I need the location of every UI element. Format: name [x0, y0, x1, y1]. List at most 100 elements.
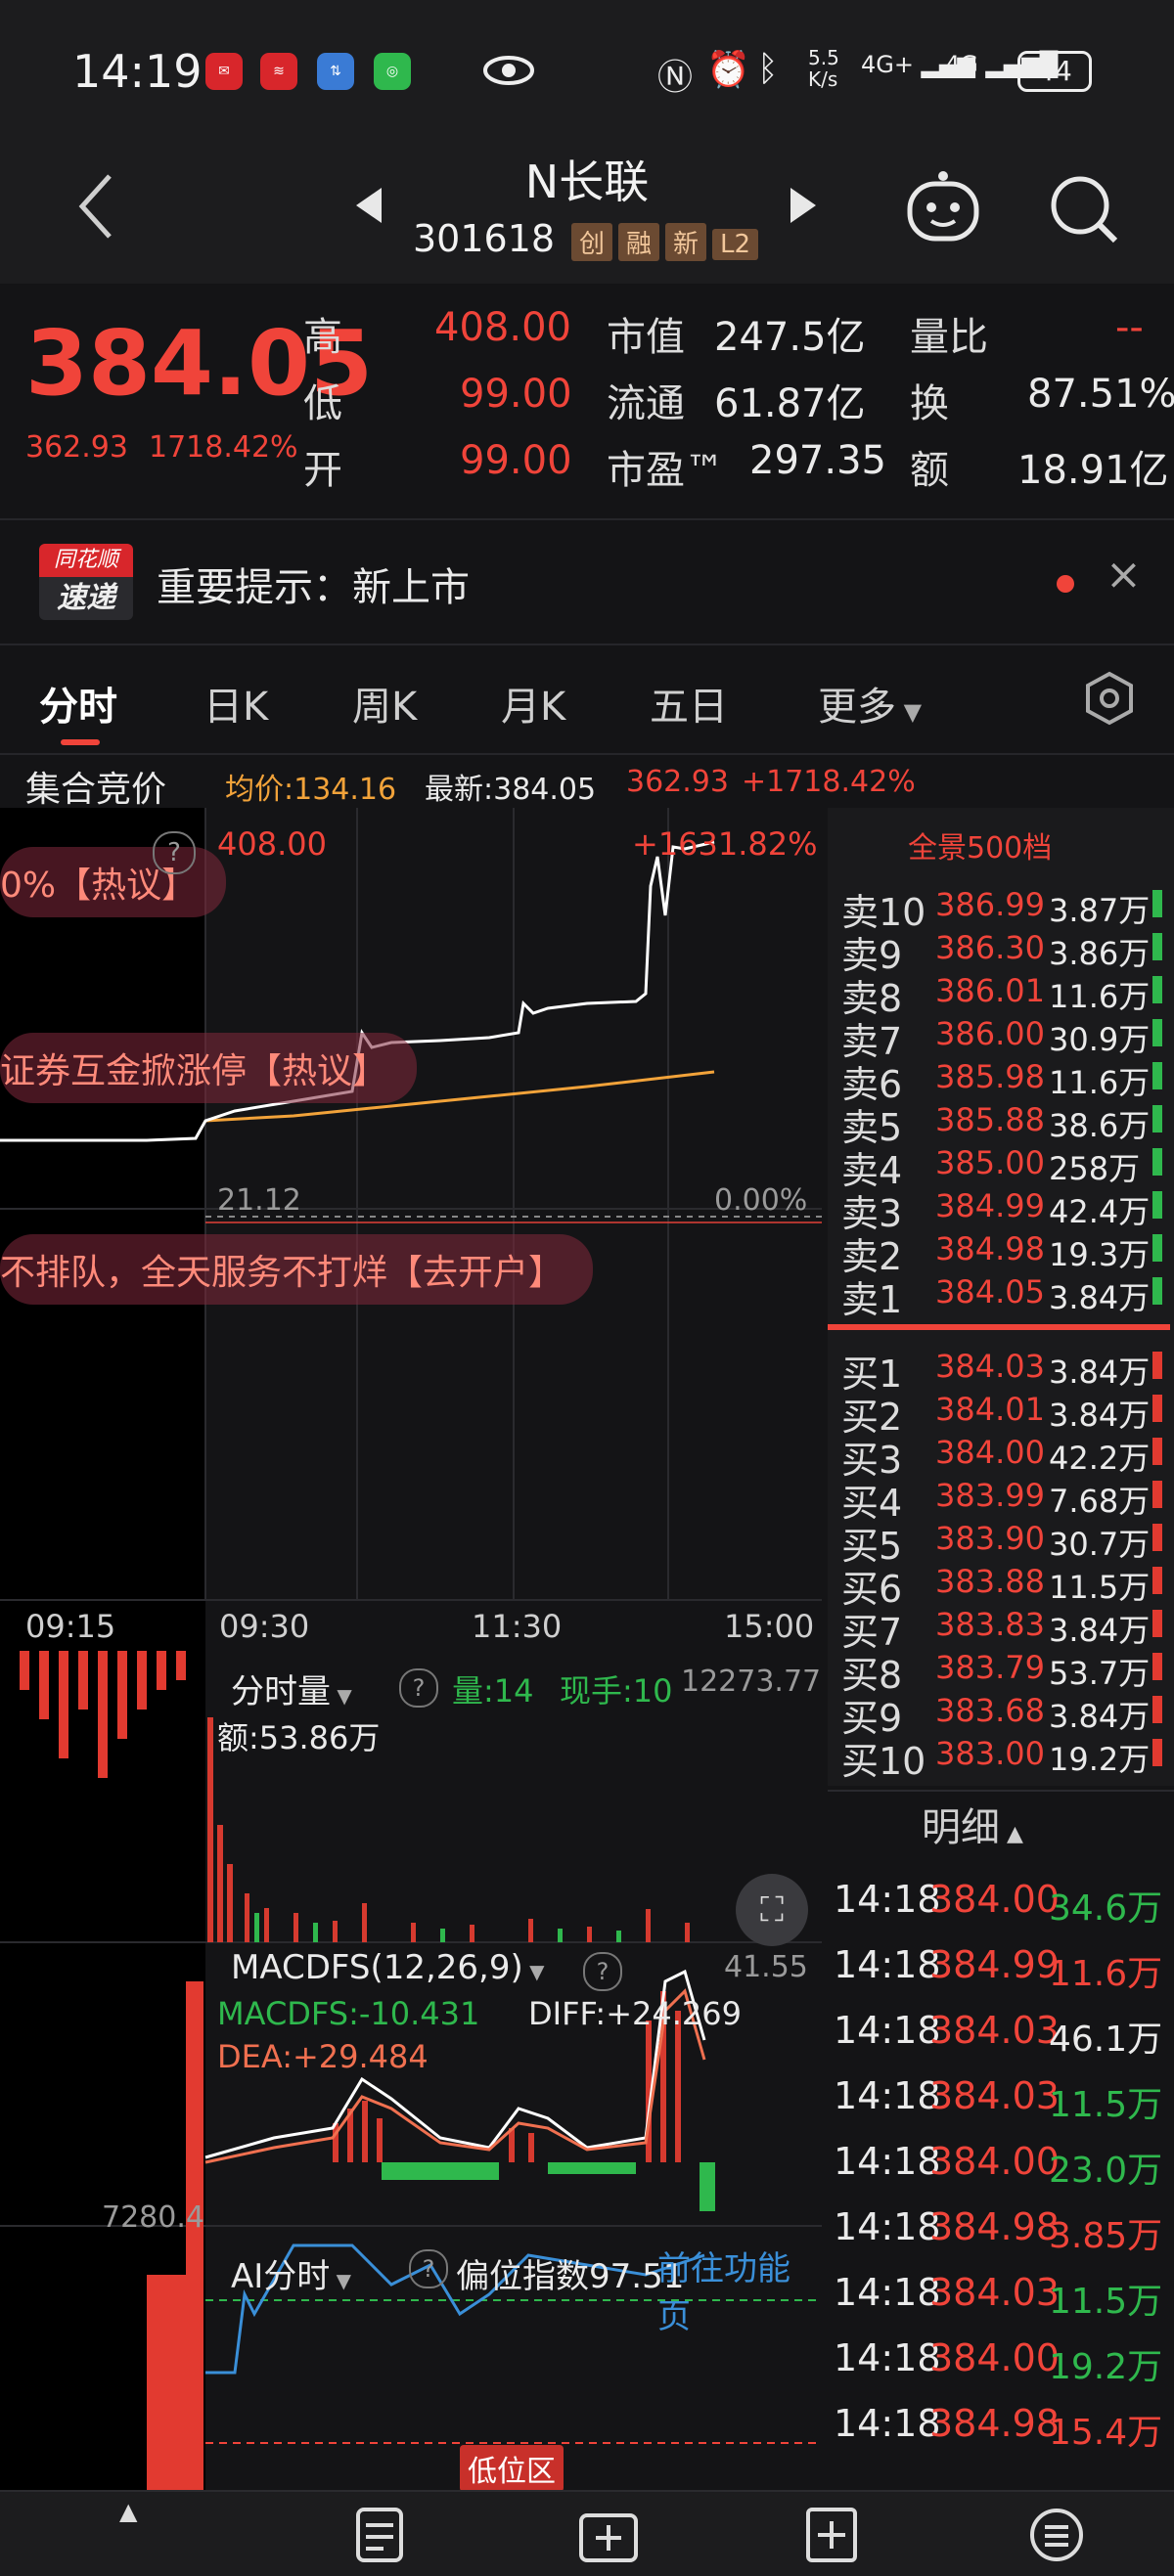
buy-volume-bar: [1152, 1653, 1162, 1680]
macd-help-icon[interactable]: ?: [583, 1952, 622, 1991]
tick-row: 14:18 384.98 15.4万: [832, 2388, 1164, 2453]
buy-row[interactable]: 买10 383.00 19.2万: [841, 1731, 1164, 1783]
tab-more[interactable]: 更多 ▼: [818, 675, 922, 732]
tab-intraday[interactable]: 分时: [39, 675, 117, 732]
tick-volume: 3.85万: [1049, 2216, 1163, 2256]
volume-side-label: 7280.4: [102, 2200, 204, 2235]
buy-volume-bar: [1152, 1481, 1162, 1508]
notice-logo: 同花顺 速递: [39, 544, 133, 620]
net-speed-value: 5.5: [808, 46, 839, 69]
sell-row[interactable]: 卖1 384.05 3.84万: [841, 1269, 1164, 1321]
orderbook-title[interactable]: 全景500档: [908, 823, 1052, 866]
eye-icon: [483, 56, 534, 85]
tab-more-label: 更多: [818, 685, 896, 730]
tab-weekly-k[interactable]: 周K: [352, 675, 417, 732]
close-icon[interactable]: ×: [1106, 550, 1142, 600]
buy-row[interactable]: 买6 383.88 11.5万: [841, 1559, 1164, 1611]
back-arrow-icon[interactable]: [76, 172, 115, 241]
menu-icon[interactable]: [1027, 2506, 1086, 2564]
hot-banner-2[interactable]: 证券互金掀涨停【热议】: [0, 1033, 418, 1103]
chart-top-price: 408.00: [217, 825, 327, 863]
tab-active-indicator: [61, 739, 100, 745]
sell-volume-bar: [1152, 1019, 1162, 1046]
tick-row: 14:18 384.00 19.2万: [832, 2323, 1164, 2387]
float-label: 流通: [607, 381, 685, 426]
tick-row: 14:18 384.03 11.5万: [832, 2061, 1164, 2125]
stock-name: N长联: [524, 155, 650, 208]
search-icon[interactable]: [1047, 172, 1121, 246]
sell-price: 386.01: [935, 972, 1045, 1009]
high-value: 408.00: [434, 305, 571, 350]
time-label-0930: 09:30: [219, 1608, 310, 1645]
sell-row[interactable]: 卖4 385.00 258万: [841, 1140, 1164, 1192]
buy-row[interactable]: 买1 384.03 3.84万: [841, 1344, 1164, 1396]
buy-row[interactable]: 买4 383.99 7.68万: [841, 1473, 1164, 1525]
volume-amount: 额:53.86万: [217, 1719, 381, 1756]
add-watchlist-icon[interactable]: [577, 2506, 640, 2564]
notice-logo-bottom: 速递: [39, 577, 133, 620]
alarm-icon: ⏰: [706, 50, 750, 90]
sell-row[interactable]: 卖9 386.30 3.86万: [841, 925, 1164, 977]
sell-row[interactable]: 卖3 384.99 42.4万: [841, 1183, 1164, 1235]
fullscreen-icon[interactable]: ⛶: [736, 1874, 808, 1946]
macd-selector[interactable]: MACDFS(12,26,9) ▼: [231, 1948, 545, 1987]
buy-row[interactable]: 买3 384.00 42.2万: [841, 1430, 1164, 1482]
tick-row: 14:18 384.03 11.5万: [832, 2257, 1164, 2322]
tick-row: 14:18 384.00 23.0万: [832, 2126, 1164, 2191]
auction-label: 集合竞价: [25, 770, 167, 810]
settings-hexagon-icon[interactable]: [1082, 671, 1137, 726]
ai-help-icon[interactable]: ?: [409, 2249, 448, 2288]
buy-row[interactable]: 买5 383.90 30.7万: [841, 1516, 1164, 1568]
tick-volume: 11.5万: [1049, 2282, 1163, 2322]
ticks-title[interactable]: 明细 ▲: [922, 1796, 1023, 1852]
ai-selector[interactable]: AI分时 ▼: [231, 2249, 351, 2297]
robot-assistant-icon[interactable]: [904, 168, 982, 246]
notes-icon[interactable]: [352, 2506, 407, 2564]
amount-label: 额: [910, 448, 949, 493]
volume-selector[interactable]: 分时量 ▼: [231, 1665, 352, 1712]
volume-help-icon[interactable]: ?: [399, 1668, 438, 1708]
sell-volume-bar: [1152, 1191, 1162, 1219]
buy-row[interactable]: 买8 383.79 53.7万: [841, 1645, 1164, 1697]
buy-volume-bar: [1152, 1739, 1162, 1766]
sell-row[interactable]: 卖2 384.98 19.3万: [841, 1226, 1164, 1278]
sell-row[interactable]: 卖7 386.00 30.9万: [841, 1011, 1164, 1063]
ai-function-link[interactable]: 前往功能页: [657, 2242, 822, 2337]
buy-row[interactable]: 买7 383.83 3.84万: [841, 1602, 1164, 1654]
buy-price: 384.01: [935, 1391, 1045, 1428]
volume-title: 分时量: [231, 1672, 331, 1711]
sell-price: 386.30: [935, 929, 1045, 966]
sell-row[interactable]: 卖10 386.99 3.87万: [841, 882, 1164, 934]
notice-dot-icon: [1057, 575, 1074, 593]
tick-time: 14:18: [834, 2140, 941, 2183]
tab-daily-k[interactable]: 日K: [203, 675, 268, 732]
account-banner[interactable]: 不排队，全天服务不打烊【去开户】: [0, 1234, 594, 1305]
macd-title: MACDFS(12,26,9): [231, 1948, 523, 1987]
net-speed: 5.5 K/s: [808, 47, 839, 90]
sell-row[interactable]: 卖8 386.01 11.6万: [841, 968, 1164, 1020]
tick-time: 14:18: [834, 2074, 941, 2117]
dea-value: DEA:+29.484: [217, 2038, 429, 2075]
tab-monthly-k[interactable]: 月K: [501, 675, 565, 732]
buy-row[interactable]: 买9 383.68 3.84万: [841, 1688, 1164, 1740]
buy-row[interactable]: 买2 384.01 3.84万: [841, 1387, 1164, 1439]
next-stock-icon[interactable]: [789, 186, 818, 225]
chevron-up-icon[interactable]: ▲: [119, 2498, 137, 2525]
sell-row[interactable]: 卖6 385.98 11.6万: [841, 1054, 1164, 1106]
sell-row[interactable]: 卖5 385.88 38.6万: [841, 1097, 1164, 1149]
info-change-pct: +1718.42%: [742, 765, 916, 799]
buy-price: 384.00: [935, 1434, 1045, 1471]
intraday-chart[interactable]: 408.00 +1631.82% 21.12 0.00% 0%【热议】 ? 证券…: [0, 808, 822, 2492]
ai-index: 偏位指数97.51: [456, 2257, 685, 2296]
tick-volume: 34.6万: [1049, 1888, 1163, 1929]
help-icon[interactable]: ?: [153, 831, 196, 874]
notice-bar[interactable]: 同花顺 速递 重要提示：新上市 ×: [0, 518, 1174, 645]
add-icon[interactable]: [804, 2506, 859, 2564]
sell-volume-bar: [1152, 1277, 1162, 1305]
prev-stock-icon[interactable]: [354, 186, 384, 225]
tab-five-day[interactable]: 五日: [650, 675, 728, 732]
buy-volume-bar: [1152, 1352, 1162, 1379]
volume-hand: 现手:10: [560, 1672, 673, 1710]
buy-price: 383.79: [935, 1649, 1045, 1686]
stock-code: 301618: [413, 217, 556, 260]
